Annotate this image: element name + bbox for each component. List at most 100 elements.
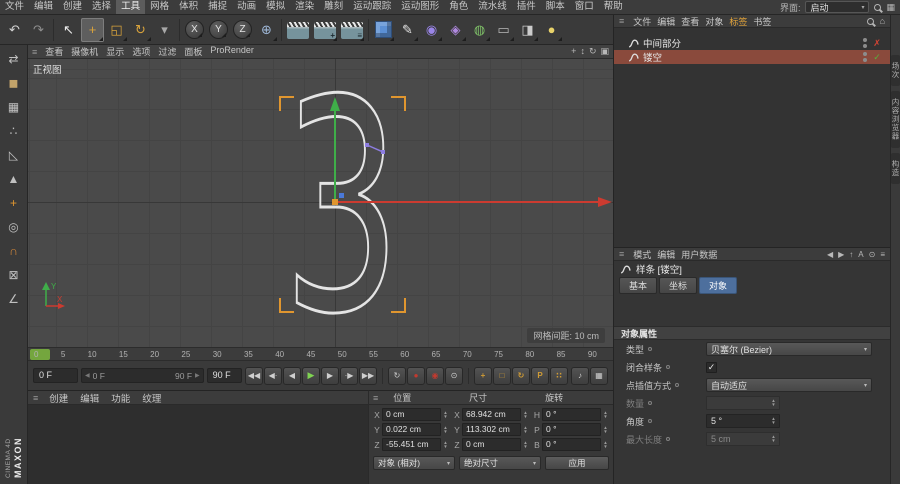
stepper[interactable]: ▲ ▼ <box>522 425 529 434</box>
goto-start-button[interactable]: ◀◀ <box>244 366 263 385</box>
size-field[interactable]: Z 0 cm ▲ ▼ <box>453 438 529 451</box>
tangent-handle-b[interactable] <box>381 150 385 154</box>
menubar-item[interactable]: 编辑 <box>29 0 58 14</box>
menubar-item[interactable]: 网格 <box>145 0 174 14</box>
x-axis-lock-button[interactable]: X <box>185 20 204 39</box>
menubar-item[interactable]: 流水线 <box>473 0 512 14</box>
z-axis-lock-button[interactable]: Z <box>233 20 252 39</box>
solo-mode-icon[interactable]: ◎ <box>3 216 25 237</box>
position-field[interactable]: Z -55.451 cm ▲ ▼ <box>373 438 449 451</box>
render-settings-button[interactable]: ≡ <box>339 18 365 42</box>
panel-menu-icon[interactable]: ≡ <box>619 249 624 259</box>
attribute-tab[interactable]: 对象 <box>699 277 738 294</box>
viewport-menu-item[interactable]: 摄像机 <box>67 45 102 58</box>
home-icon[interactable]: ⌂ <box>880 16 885 26</box>
generator-button[interactable]: ◍ <box>468 18 491 42</box>
object-row[interactable]: 中间部分 ✗ <box>614 36 890 50</box>
vp-zoom-icon[interactable]: ↕ <box>580 46 585 57</box>
menubar-item[interactable]: 动画 <box>232 0 261 14</box>
x-axis-arrowhead[interactable] <box>598 197 612 207</box>
rotation-field[interactable]: P 0 ° ▲ ▼ <box>533 423 609 436</box>
angle-field[interactable]: 5 ° ▲ ▼ <box>706 414 780 428</box>
keyframe-dot-icon[interactable] <box>648 347 653 351</box>
object-manager-menu-item[interactable]: 文件 <box>630 15 654 28</box>
menubar-item[interactable]: 创建 <box>58 0 87 14</box>
size-mode-select[interactable]: 绝对尺寸 ▾ <box>459 456 541 470</box>
visibility-dots[interactable] <box>863 38 867 48</box>
menubar-item[interactable]: 运动图形 <box>396 0 444 14</box>
attribute-menu-item[interactable]: 编辑 <box>654 248 678 261</box>
nav-back-icon[interactable]: ◀ <box>827 250 833 259</box>
key-position-toggle[interactable]: + <box>473 366 492 385</box>
keyframe-dot-icon[interactable] <box>648 419 653 423</box>
attribute-menu-item[interactable]: 模式 <box>630 248 654 261</box>
prev-key-button[interactable]: ◀· <box>263 366 282 385</box>
undo-icon[interactable]: ↶ <box>3 18 26 42</box>
coordinate-mode-select[interactable]: 对象 (相对) ▾ <box>373 456 455 470</box>
menubar-item[interactable]: 脚本 <box>541 0 570 14</box>
range-right-cap-icon[interactable]: ▶ <box>195 372 200 379</box>
search-icon[interactable] <box>874 3 882 11</box>
size-field[interactable]: X 68.942 cm ▲ ▼ <box>453 408 529 421</box>
view-label[interactable]: 正视图 <box>33 62 62 76</box>
autokey-button[interactable]: ◉ <box>425 366 444 385</box>
interpolation-select[interactable]: 自动适应 ▾ <box>706 378 872 392</box>
search-icon[interactable] <box>866 17 874 25</box>
visibility-dots[interactable] <box>863 52 867 62</box>
attribute-menu-item[interactable]: 用户数据 <box>678 248 720 261</box>
viewport-menu-item[interactable]: ProRender <box>206 45 258 58</box>
menubar-item[interactable]: 运动跟踪 <box>348 0 396 14</box>
position-field[interactable]: X 0 cm ▲ ▼ <box>373 408 449 421</box>
axis-mode-icon[interactable]: + <box>3 192 25 213</box>
key-parameter-toggle[interactable]: P <box>530 366 549 385</box>
next-key-button[interactable]: ·▶ <box>339 366 358 385</box>
last-tool-icon[interactable]: ▾ <box>153 18 176 42</box>
material-menu-item[interactable]: 功能 <box>105 391 136 405</box>
menubar-item[interactable]: 捕捉 <box>203 0 232 14</box>
attribute-tab[interactable]: 基本 <box>619 277 658 294</box>
menubar-item[interactable]: 雕刻 <box>319 0 348 14</box>
light-button[interactable]: ● <box>540 18 563 42</box>
range-left-cap-icon[interactable]: ◀ <box>85 372 90 379</box>
prev-frame-button[interactable]: ◀ <box>282 366 301 385</box>
apply-button[interactable]: 应用 <box>545 456 609 470</box>
rotate-tool-icon[interactable]: ↻ <box>129 18 152 42</box>
coordinate-system-button[interactable]: ⊕ <box>255 18 278 42</box>
key-scale-toggle[interactable]: □ <box>492 366 511 385</box>
object-manager-menu-item[interactable]: 对象 <box>702 15 726 28</box>
menubar-item[interactable]: 帮助 <box>599 0 628 14</box>
spline-pen-button[interactable]: ✎ <box>396 18 419 42</box>
subdivision-surface-button[interactable]: ◉ <box>420 18 443 42</box>
stepper[interactable]: ▲ ▼ <box>442 410 449 419</box>
panel-menu-icon[interactable]: ≡ <box>32 47 37 57</box>
move-tool-icon[interactable]: + <box>81 17 104 42</box>
point-handle[interactable] <box>339 193 344 198</box>
dock-tab[interactable]: 场次 <box>891 55 900 86</box>
edges-mode-icon[interactable]: ◺ <box>3 144 25 165</box>
object-manager-menu-item[interactable]: 书签 <box>750 15 774 28</box>
texture-mode-icon[interactable]: ▦ <box>3 96 25 117</box>
rotation-field[interactable]: B 0 ° ▲ ▼ <box>533 438 609 451</box>
cube-primitive-button[interactable] <box>372 18 395 42</box>
live-select-icon[interactable]: ↖ <box>57 18 80 42</box>
record-keyframe-button[interactable]: ● <box>406 366 425 385</box>
viewport-menu-item[interactable]: 过滤 <box>154 45 180 58</box>
position-field[interactable]: Y 0.022 cm ▲ ▼ <box>373 423 449 436</box>
panel-menu-icon[interactable]: ≡ <box>619 16 624 26</box>
nav-forward-icon[interactable]: ▶ <box>838 250 844 259</box>
keyframe-selection-button[interactable]: ⊙ <box>444 366 463 385</box>
keyframe-dot-icon[interactable] <box>675 383 680 387</box>
dock-tab[interactable]: 构造 <box>891 152 900 184</box>
stepper[interactable]: ▲ ▼ <box>602 410 609 419</box>
lock-icon[interactable]: ⊙ <box>869 250 876 259</box>
play-button[interactable]: ▶ <box>301 366 320 385</box>
stepper[interactable]: ▲ ▼ <box>522 440 529 449</box>
sound-toggle[interactable]: ♪ <box>571 366 589 385</box>
rotation-field[interactable]: H 0 ° ▲ ▼ <box>533 408 609 421</box>
panel-menu-icon[interactable]: ≡ <box>33 393 38 403</box>
menubar-item[interactable]: 角色 <box>444 0 473 14</box>
viewport-menu-item[interactable]: 面板 <box>180 45 206 58</box>
object-manager-menu-item[interactable]: 编辑 <box>654 15 678 28</box>
type-select[interactable]: 贝塞尔 (Bezier) ▾ <box>706 342 872 356</box>
interface-select[interactable]: 启动 ▾ <box>805 1 870 13</box>
